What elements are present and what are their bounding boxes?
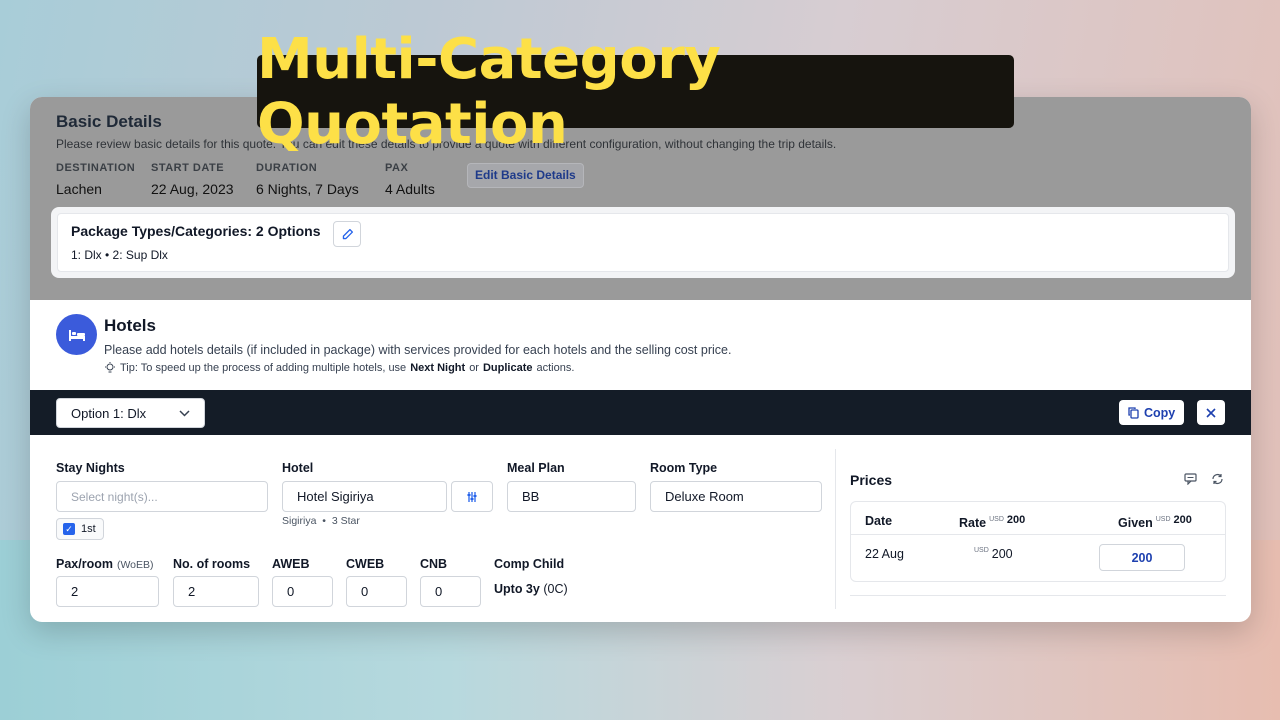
rate-header-total: 200 bbox=[1006, 514, 1026, 526]
price-row-given-input[interactable]: 200 bbox=[1099, 544, 1185, 571]
start-date-label: START DATE bbox=[151, 162, 225, 174]
package-types-card: Package Types/Categories: 2 Options 1: D… bbox=[51, 207, 1235, 278]
price-row-rate-currency: USD bbox=[974, 547, 989, 554]
prices-header-given: Given USD 200 bbox=[1118, 514, 1192, 530]
copy-button[interactable]: Copy bbox=[1119, 400, 1185, 425]
given-header-label: Given bbox=[1118, 516, 1153, 530]
cweb-input[interactable]: 0 bbox=[346, 576, 407, 607]
prices-header-date: Date bbox=[865, 514, 893, 528]
meal-plan-label: Meal Plan bbox=[507, 461, 565, 475]
comment-icon[interactable] bbox=[1184, 473, 1197, 485]
package-types-list: 1: Dlx • 2: Sup Dlx bbox=[71, 248, 168, 262]
tip-duplicate: Duplicate bbox=[482, 362, 533, 374]
pax-room-label: Pax/room (WoEB) bbox=[56, 557, 154, 571]
hotel-location: Sigiriya bbox=[282, 515, 317, 527]
start-date-field: START DATE 22 Aug, 2023 bbox=[151, 162, 234, 197]
prices-actions bbox=[1184, 473, 1224, 485]
duration-value: 6 Nights, 7 Days bbox=[256, 181, 359, 197]
stay-nights-input[interactable]: Select night(s)... bbox=[56, 481, 268, 512]
night-checkbox-label: 1st bbox=[81, 523, 96, 535]
hotel-input[interactable]: Hotel Sigiriya bbox=[282, 481, 447, 512]
no-of-rooms-label: No. of rooms bbox=[173, 557, 251, 571]
hotel-stars: 3 Star bbox=[331, 515, 360, 527]
prices-header-rate: Rate USD 200 bbox=[959, 514, 1025, 530]
pax-label: PAX bbox=[385, 162, 409, 174]
checkbox-checked-icon: ✓ bbox=[63, 523, 75, 535]
lightbulb-icon bbox=[105, 362, 115, 373]
refresh-icon[interactable] bbox=[1211, 473, 1224, 485]
pax-field: PAX 4 Adults bbox=[385, 162, 435, 197]
aweb-label: AWEB bbox=[272, 557, 310, 571]
hotel-meta-separator: • bbox=[322, 515, 326, 527]
comp-child-age: Upto 3y bbox=[494, 582, 540, 596]
prices-title: Prices bbox=[850, 472, 893, 488]
prices-header-divider bbox=[851, 534, 1225, 535]
edit-package-types-button[interactable] bbox=[333, 221, 361, 247]
hotels-tip: Tip: To speed up the process of adding m… bbox=[104, 362, 574, 374]
banner-title: Multi-Category Quotation bbox=[257, 27, 1014, 157]
hotel-label: Hotel bbox=[282, 461, 314, 475]
option-select[interactable]: Option 1: Dlx bbox=[56, 398, 205, 428]
cweb-label: CWEB bbox=[346, 557, 385, 571]
pax-room-sublabel: (WoEB) bbox=[116, 559, 154, 571]
quotation-window: Basic Details Please review basic detail… bbox=[30, 97, 1251, 622]
cnb-label: CNB bbox=[420, 557, 448, 571]
comp-child-label: Comp Child bbox=[494, 557, 565, 571]
option-select-value: Option 1: Dlx bbox=[71, 405, 147, 421]
sliders-icon bbox=[467, 491, 477, 502]
room-type-label: Room Type bbox=[650, 461, 718, 475]
no-of-rooms-input[interactable]: 2 bbox=[173, 576, 259, 607]
prices-bottom-divider bbox=[850, 595, 1226, 596]
hotels-section-description: Please add hotels details (if included i… bbox=[104, 343, 732, 357]
copy-icon bbox=[1128, 406, 1139, 419]
night-checkbox-1st[interactable]: ✓ 1st bbox=[56, 518, 104, 540]
form-prices-divider bbox=[835, 449, 836, 609]
given-header-total: 200 bbox=[1173, 514, 1192, 526]
price-row-rate-value: 200 bbox=[991, 547, 1013, 561]
pax-room-input[interactable]: 2 bbox=[56, 576, 159, 607]
destination-field: DESTINATION Lachen bbox=[56, 162, 135, 197]
hotel-bed-icon bbox=[56, 314, 97, 355]
comp-child-value: Upto 3y (0C) bbox=[494, 582, 568, 596]
comp-child-count: (0C) bbox=[543, 582, 568, 596]
destination-label: DESTINATION bbox=[56, 162, 136, 174]
cnb-input[interactable]: 0 bbox=[420, 576, 481, 607]
package-types-title: Package Types/Categories: 2 Options bbox=[71, 223, 321, 239]
duration-field: DURATION 6 Nights, 7 Days bbox=[256, 162, 359, 197]
chevron-down-icon bbox=[179, 409, 190, 417]
copy-button-label: Copy bbox=[1144, 405, 1176, 420]
price-row-rate: USD 200 bbox=[971, 547, 1013, 561]
pax-room-label-text: Pax/room bbox=[56, 557, 113, 571]
duration-label: DURATION bbox=[256, 162, 318, 174]
package-types-panel: Package Types/Categories: 2 Options 1: D… bbox=[57, 213, 1229, 272]
stay-nights-label: Stay Nights bbox=[56, 461, 125, 475]
close-option-button[interactable] bbox=[1197, 400, 1225, 425]
room-type-input[interactable]: Deluxe Room bbox=[650, 481, 822, 512]
start-date-value: 22 Aug, 2023 bbox=[151, 181, 234, 197]
hotel-filter-button[interactable] bbox=[451, 481, 493, 512]
hotels-section-title: Hotels bbox=[104, 316, 156, 335]
given-header-currency: USD bbox=[1155, 516, 1171, 523]
close-icon bbox=[1206, 407, 1216, 418]
pax-value: 4 Adults bbox=[385, 181, 435, 197]
pencil-icon bbox=[342, 228, 353, 239]
option-toolbar: Option 1: Dlx Copy bbox=[30, 390, 1251, 435]
basic-details-title: Basic Details bbox=[56, 112, 162, 131]
tip-suffix: actions. bbox=[536, 362, 575, 374]
meal-plan-input[interactable]: BB bbox=[507, 481, 636, 512]
price-row-date: 22 Aug bbox=[865, 547, 904, 561]
tip-or: or bbox=[469, 362, 479, 374]
prices-table: Date Rate USD 200 Given USD 200 22 Aug USD 20… bbox=[850, 501, 1226, 582]
hotel-meta: Sigiriya • 3 Star bbox=[282, 515, 360, 527]
rate-header-label: Rate bbox=[959, 516, 987, 530]
tip-text: Tip: To speed up the process of adding m… bbox=[120, 362, 407, 374]
edit-basic-details-button[interactable]: Edit Basic Details bbox=[467, 163, 584, 188]
tip-next-night: Next Night bbox=[410, 362, 466, 374]
aweb-input[interactable]: 0 bbox=[272, 576, 333, 607]
rate-header-currency: USD bbox=[989, 516, 1004, 523]
destination-value: Lachen bbox=[56, 181, 102, 197]
